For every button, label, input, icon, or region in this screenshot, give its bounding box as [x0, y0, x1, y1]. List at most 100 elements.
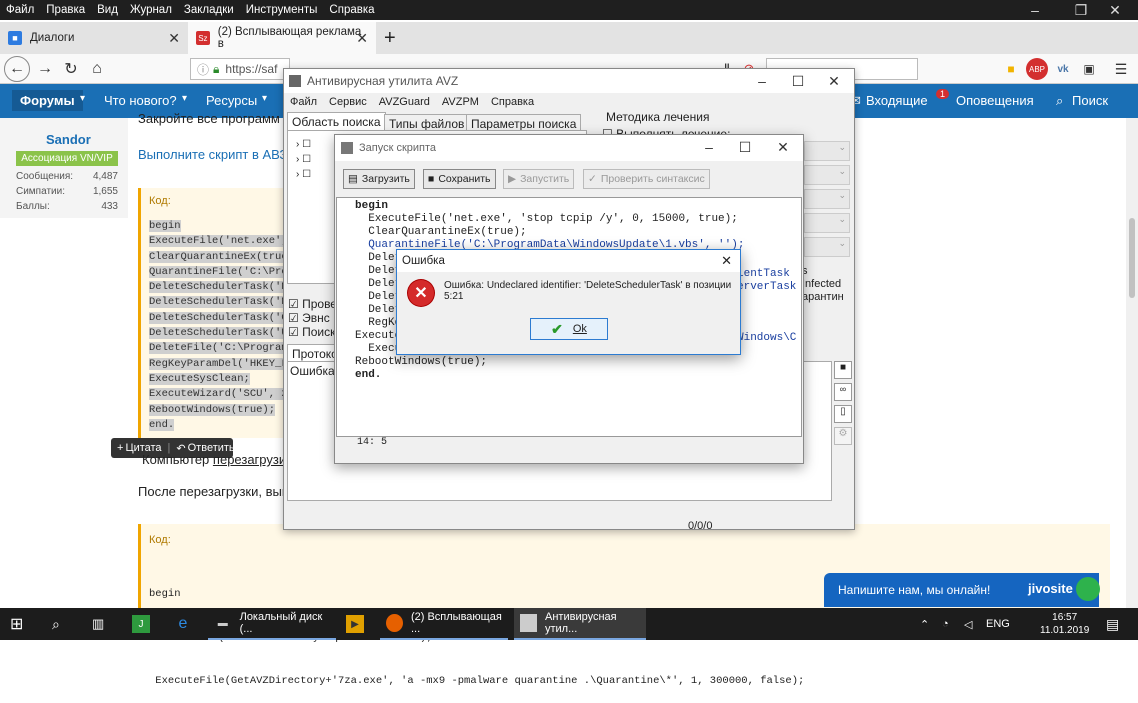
dropdown[interactable]: ⌄ — [804, 165, 850, 185]
volume-icon[interactable]: ◁ — [964, 608, 972, 640]
minimize-icon[interactable]: – — [1012, 0, 1058, 20]
extension-icon[interactable]: ▣ — [1078, 58, 1100, 80]
tab-dialogs[interactable]: ■ Диалоги ✕ — [0, 22, 188, 54]
nav-search[interactable]: Поиск — [1072, 93, 1108, 108]
settings-icon[interactable]: ⚙ — [834, 427, 852, 445]
dropdown[interactable]: ⌄ — [804, 237, 850, 257]
minimize-icon[interactable]: – — [691, 135, 727, 159]
task-view-icon[interactable]: ▥ — [92, 608, 104, 640]
load-button[interactable]: ▤ Загрузить — [343, 169, 415, 189]
post-text-run: Выполните скрипт в АВЗ — [138, 147, 288, 162]
close-icon[interactable]: ✕ — [721, 253, 732, 269]
code-line: end. — [149, 418, 175, 431]
language-indicator[interactable]: ENG — [986, 608, 1010, 640]
page-scrollbar[interactable] — [1126, 118, 1138, 608]
close-icon[interactable]: ✕ — [816, 69, 852, 93]
clock[interactable]: 16:57 11.01.2019 — [1040, 608, 1089, 640]
close-icon[interactable]: ✕ — [765, 135, 801, 159]
chevron-down-icon[interactable]: ▾ — [182, 93, 187, 104]
stat-label: Симпатии: — [16, 186, 65, 197]
status-count: 0/0/0 — [688, 520, 713, 532]
nav-whats-new[interactable]: Что нового? — [104, 93, 177, 108]
save-log-icon[interactable]: ■ — [834, 361, 852, 379]
username[interactable]: Sandor — [46, 132, 91, 147]
menu-file[interactable]: Файл — [0, 4, 40, 16]
reboot-text: Компьютер перезагрузит — [142, 452, 292, 467]
tree-node[interactable]: › ☐ — [296, 137, 311, 152]
info-icon[interactable]: ⓘ — [197, 61, 209, 78]
tab-search-area[interactable]: Область поиска — [287, 112, 386, 130]
taskbar-app[interactable]: e — [174, 608, 200, 640]
tab-popup-ads[interactable]: Sz (2) Всплывающая реклама в ✕ — [188, 22, 376, 54]
menu-view[interactable]: Вид — [91, 4, 124, 16]
nav-forums[interactable]: Форумы — [12, 90, 83, 111]
tree-node[interactable]: › ☐ — [296, 152, 311, 167]
stat-value: 433 — [101, 201, 118, 212]
close-icon[interactable]: ✕ — [1092, 0, 1138, 20]
ok-button[interactable]: ✔ Ok — [530, 318, 608, 340]
forward-icon[interactable]: → — [34, 58, 56, 80]
save-button[interactable]: ■ Сохранить — [423, 169, 496, 189]
close-tab-icon[interactable]: ✕ — [168, 30, 180, 47]
folder-icon: ▤ — [348, 173, 358, 185]
notification-center-icon[interactable]: ▤ — [1106, 608, 1119, 640]
avz-menu-avzguard[interactable]: AVZGuard — [373, 96, 436, 108]
maximize-icon[interactable]: ☐ — [780, 69, 816, 93]
code-line: begin — [149, 588, 181, 600]
taskbar-app[interactable]: ▶ — [346, 608, 372, 640]
check-row[interactable]: ☑ Эвнс — [288, 311, 337, 325]
avz-menu-help[interactable]: Справка — [485, 96, 540, 108]
avz-menu-file[interactable]: Файл — [284, 96, 323, 108]
menu-help[interactable]: Справка — [323, 4, 380, 16]
windows-start-icon[interactable]: ⊞ — [10, 608, 23, 640]
glasses-icon[interactable]: ∞ — [834, 383, 852, 401]
chevron-down-icon[interactable]: ▾ — [262, 93, 267, 104]
dropdown[interactable]: ⌄ — [804, 189, 850, 209]
dropdown[interactable]: ⌄ — [804, 141, 850, 161]
taskbar-avz[interactable]: Антивирусная утил... — [514, 608, 646, 640]
page-icon[interactable]: ▯ — [834, 405, 852, 423]
avz-menu-avzpm[interactable]: AVZPM — [436, 96, 485, 108]
minimize-icon[interactable]: – — [744, 69, 780, 93]
menu-history[interactable]: Журнал — [124, 4, 178, 16]
chat-widget[interactable]: Напишите нам, мы онлайн! jivosite — [824, 573, 1100, 607]
tray-chevron-icon[interactable]: ⌃ — [920, 608, 929, 640]
bookmark-icon[interactable]: ■ — [1000, 58, 1022, 80]
taskbar-firefox[interactable]: (2) Всплывающая ... — [380, 608, 508, 640]
avz-menu-service[interactable]: Сервис — [323, 96, 373, 108]
adblock-icon[interactable]: ABP — [1026, 58, 1048, 80]
taskbar-app[interactable]: J — [132, 608, 158, 640]
tree-node[interactable]: › ☐ — [296, 167, 311, 182]
avz-icon — [520, 614, 537, 632]
menu-edit[interactable]: Правка — [40, 4, 91, 16]
scrollbar-thumb[interactable] — [1129, 218, 1135, 298]
chevron-down-icon[interactable]: ▾ — [80, 93, 85, 104]
search-icon[interactable]: ⌕ — [52, 608, 60, 640]
nav-notifications[interactable]: Оповещения — [956, 93, 1034, 108]
reload-icon[interactable]: ↻ — [60, 58, 82, 80]
hamburger-menu-icon[interactable]: ☰ — [1110, 58, 1132, 80]
run-button[interactable]: ▶ Запустить — [503, 169, 575, 189]
check-row[interactable]: ☑ Прове — [288, 297, 337, 311]
vk-icon[interactable]: vk — [1052, 58, 1074, 80]
code-line: ExecuteWizard('SCU', 2 — [149, 388, 288, 401]
maximize-icon[interactable]: ☐ — [727, 135, 763, 159]
close-tab-icon[interactable]: ✕ — [356, 30, 368, 47]
search-icon[interactable]: ⌕ — [1056, 93, 1063, 109]
taskbar-explorer[interactable]: ▬ Локальный диск (... — [208, 608, 336, 640]
nav-resources[interactable]: Ресурсы — [206, 93, 257, 108]
menu-bookmarks[interactable]: Закладки — [178, 4, 240, 16]
check-syntax-button[interactable]: ✓ Проверить синтаксис — [583, 169, 710, 189]
check-row[interactable]: ☑ Поиск — [288, 325, 337, 339]
url-bar[interactable]: ⓘ 🔒︎ https://saf — [190, 58, 290, 80]
dropdown[interactable]: ⌄ — [804, 213, 850, 233]
nav-inbox[interactable]: Входящие — [866, 93, 928, 108]
back-icon[interactable]: ← — [4, 56, 30, 82]
wifi-icon[interactable]: ◔ — [942, 608, 949, 640]
new-tab-button[interactable]: + — [376, 22, 406, 54]
stat-value: 1,655 — [92, 186, 118, 197]
menu-tools[interactable]: Инструменты — [240, 4, 324, 16]
script-app-icon — [341, 142, 353, 154]
method-label: Методика лечения — [606, 110, 710, 124]
home-icon[interactable]: ⌂ — [86, 58, 108, 80]
